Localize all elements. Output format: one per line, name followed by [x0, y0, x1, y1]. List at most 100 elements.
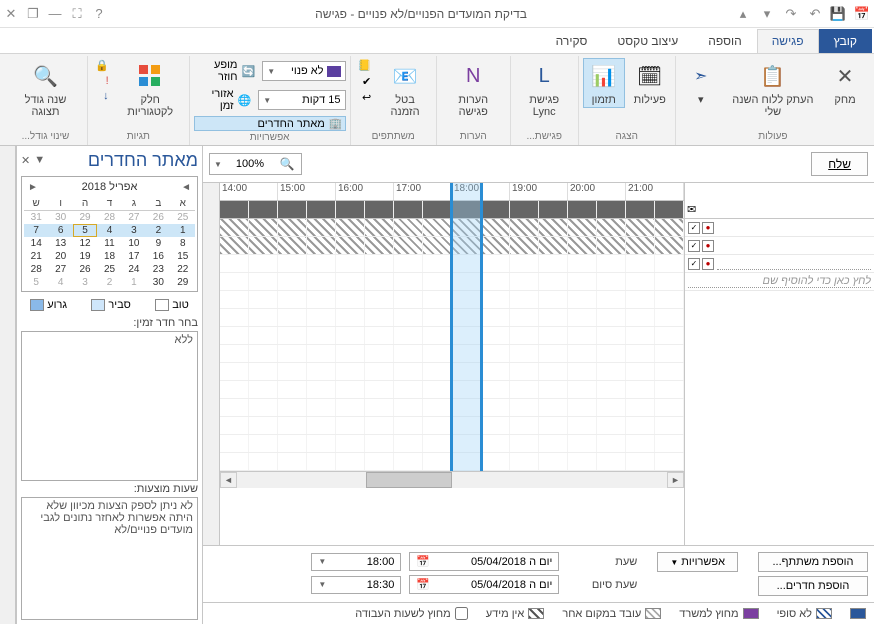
cal-day[interactable]: 27: [122, 211, 146, 224]
next-month-icon[interactable]: ►: [24, 182, 42, 193]
time-grid[interactable]: 14:0015:0016:0017:0018:0019:0020:0021:00: [220, 183, 684, 545]
cal-day[interactable]: 1: [122, 276, 146, 289]
add-attendees-button[interactable]: הוספת משתתף...: [758, 552, 868, 572]
scroll-right-icon[interactable]: ►: [667, 472, 684, 488]
cal-day[interactable]: 2: [146, 224, 170, 237]
cal-day[interactable]: 20: [48, 250, 72, 263]
add-attendee-input[interactable]: [717, 257, 871, 270]
cal-day[interactable]: 17: [122, 250, 146, 263]
cal-day[interactable]: 27: [48, 263, 72, 276]
meeting-notes-button[interactable]: N הערות פגישה: [441, 58, 506, 120]
cal-day[interactable]: 14: [24, 237, 48, 250]
tab-meeting[interactable]: פגישה: [757, 29, 819, 53]
pane-scrollbar[interactable]: [0, 146, 16, 624]
private-button[interactable]: 🔒: [92, 58, 112, 73]
cal-day[interactable]: 23: [146, 263, 170, 276]
options-dropdown-button[interactable]: אפשרויות ▼: [657, 552, 738, 572]
cal-day[interactable]: 1: [171, 224, 195, 237]
list-item[interactable]: ללא: [26, 334, 193, 346]
time-zones-button[interactable]: 🌐אזורי זמן: [194, 87, 255, 113]
cal-day[interactable]: 9: [146, 237, 170, 250]
zoom-button[interactable]: 🔍 שנה גודל תצוגה: [8, 58, 83, 120]
check-icon[interactable]: ✓: [688, 240, 700, 252]
cal-day[interactable]: 15: [171, 250, 195, 263]
vertical-scrollbar[interactable]: [203, 183, 220, 545]
prev-month-icon[interactable]: ◄: [177, 182, 195, 193]
cal-day[interactable]: 28: [97, 211, 121, 224]
cal-day[interactable]: 16: [146, 250, 170, 263]
cal-day[interactable]: 28: [24, 263, 48, 276]
scrollbar-thumb[interactable]: [366, 472, 452, 488]
scroll-left-icon[interactable]: ◄: [220, 472, 237, 488]
send-button[interactable]: שלח: [811, 152, 868, 176]
cal-day[interactable]: 26: [146, 211, 170, 224]
save-icon[interactable]: 💾: [832, 7, 846, 21]
cal-day[interactable]: 3: [73, 276, 97, 289]
cal-day[interactable]: 8: [171, 237, 195, 250]
tab-review[interactable]: סקירה: [541, 29, 603, 53]
tab-format[interactable]: עיצוב טקסט: [602, 29, 693, 53]
cal-day[interactable]: 18: [97, 250, 121, 263]
chevron-down-icon[interactable]: ▼: [210, 160, 226, 169]
zoom-control[interactable]: 🔍 ▼: [209, 153, 302, 175]
cal-day[interactable]: 24: [122, 263, 146, 276]
horizontal-scrollbar[interactable]: ◄ ►: [220, 471, 684, 488]
check-names-button[interactable]: ✔: [355, 74, 375, 89]
cal-day[interactable]: 30: [48, 211, 72, 224]
start-date-picker[interactable]: יום ה 05/04/2018📅: [409, 552, 559, 571]
copy-to-calendar-button[interactable]: 📋 העתק ללוח השנה שלי: [726, 58, 820, 120]
response-options-button[interactable]: ↩: [355, 90, 375, 105]
cal-day[interactable]: 12: [73, 237, 97, 250]
cal-day[interactable]: 4: [97, 224, 121, 237]
cal-day[interactable]: 31: [24, 211, 48, 224]
cal-day[interactable]: 10: [122, 237, 146, 250]
out-hours-checkbox[interactable]: [455, 607, 468, 620]
cal-day[interactable]: 29: [73, 211, 97, 224]
zoom-input[interactable]: [226, 154, 274, 174]
scheduling-button[interactable]: 📊 תזמון: [583, 58, 625, 108]
attendee-row[interactable]: ●✓: [685, 255, 874, 273]
show-as-combo[interactable]: לא פנוי ▼: [262, 61, 345, 81]
cal-day[interactable]: 2: [97, 276, 121, 289]
chevron-down-icon[interactable]: ▾: [760, 7, 774, 21]
cal-day[interactable]: 5: [24, 276, 48, 289]
cal-day[interactable]: 22: [171, 263, 195, 276]
recurrence-button[interactable]: 🔄מופע חוזר: [194, 58, 258, 84]
undo-icon[interactable]: ↶: [808, 7, 822, 21]
cal-day[interactable]: 21: [24, 250, 48, 263]
cal-day[interactable]: 6: [48, 224, 72, 237]
cal-day[interactable]: 30: [146, 276, 170, 289]
cal-day[interactable]: 25: [171, 211, 195, 224]
restore-icon[interactable]: ❐: [26, 7, 40, 21]
fullscreen-icon[interactable]: ⛶: [70, 7, 84, 21]
minimize-icon[interactable]: —: [48, 7, 62, 21]
low-importance-button[interactable]: ↓: [92, 89, 112, 103]
forward-button[interactable]: ➣ ▾: [680, 58, 722, 108]
categorize-button[interactable]: חלק לקטגוריות: [116, 58, 185, 120]
tab-insert[interactable]: הוספה: [693, 29, 756, 53]
pane-close-icon[interactable]: ✕: [21, 154, 30, 167]
check-icon[interactable]: ✓: [688, 222, 700, 234]
cal-day[interactable]: 4: [48, 276, 72, 289]
cal-day[interactable]: 19: [73, 250, 97, 263]
cal-day[interactable]: 3: [122, 224, 146, 237]
reminder-combo[interactable]: 15 דקות ▼: [258, 90, 345, 110]
cal-day[interactable]: 7: [24, 224, 48, 237]
cal-day[interactable]: 5: [73, 224, 97, 237]
pane-menu-icon[interactable]: ▼: [34, 154, 45, 167]
cal-day[interactable]: 29: [171, 276, 195, 289]
close-icon[interactable]: ✕: [4, 7, 18, 21]
help-icon[interactable]: ?: [92, 7, 106, 21]
add-rooms-button[interactable]: הוספת חדרים...: [758, 576, 868, 596]
cal-day[interactable]: 11: [97, 237, 121, 250]
room-finder-button[interactable]: 🏢מאתר החדרים: [194, 116, 346, 131]
appointment-button[interactable]: 🗓 פעילות: [629, 58, 671, 108]
chevron-up-icon[interactable]: ▴: [736, 7, 750, 21]
cancel-invite-button[interactable]: 📧 בטל הזמנה: [378, 58, 432, 120]
end-time-picker[interactable]: 18:30▼: [311, 576, 401, 594]
cal-day[interactable]: 13: [48, 237, 72, 250]
start-time-picker[interactable]: 18:00▼: [311, 553, 401, 571]
cal-day[interactable]: 26: [73, 263, 97, 276]
cal-day[interactable]: 25: [97, 263, 121, 276]
lync-meeting-button[interactable]: L פגישת Lync: [515, 58, 574, 120]
